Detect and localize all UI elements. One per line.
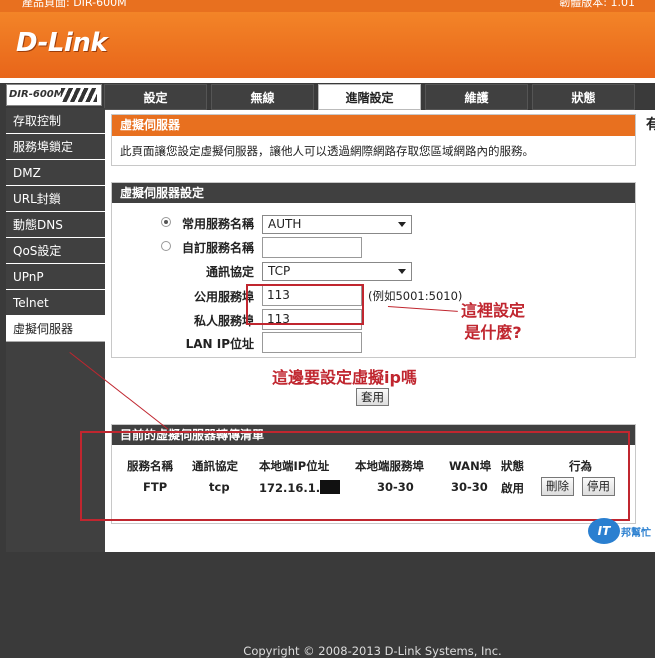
top-nav: 設定 無線 進階設定 維護 狀態: [104, 84, 635, 110]
help-title: 有: [646, 117, 655, 133]
protocol-select[interactable]: TCP: [262, 262, 412, 281]
intro-description: 此頁面讓您設定虛擬伺服器，讓他人可以透過網際網路存取您區域網路內的服務。: [120, 144, 534, 158]
custom-service-radio[interactable]: [161, 241, 171, 251]
tab-wireless[interactable]: 無線: [211, 84, 314, 110]
header-info-bar: 產品頁面: DIR-600M 韌體版本: 1.01: [0, 0, 655, 12]
watermark-logo: IT: [588, 518, 620, 544]
sidebar-item-telnet[interactable]: Telnet: [6, 290, 105, 316]
product-page-label: 產品頁面: DIR-600M: [22, 0, 127, 9]
copyright-text: Copyright © 2008-2013 D-Link Systems, In…: [243, 644, 502, 658]
common-service-select[interactable]: AUTH: [262, 215, 412, 234]
sidebar: 存取控制 服務埠鎖定 DMZ URL封鎖 動態DNS QoS設定 UPnP Te…: [6, 108, 105, 348]
sidebar-item-port-lock[interactable]: 服務埠鎖定: [6, 134, 105, 160]
sidebar-item-upnp[interactable]: UPnP: [6, 264, 105, 290]
annotation-list-highlight: [80, 431, 630, 521]
tab-maintenance[interactable]: 維護: [425, 84, 528, 110]
dlink-logo: D-Link: [16, 28, 108, 58]
apply-button[interactable]: 套用: [356, 388, 389, 406]
chevron-down-icon: [398, 222, 406, 227]
model-badge: DIR-600M: [6, 84, 102, 106]
intro-title: 虛擬伺服器: [112, 115, 635, 136]
tab-setup[interactable]: 設定: [104, 84, 207, 110]
header-divider: [0, 78, 655, 83]
private-port-label: 私人服務埠: [193, 314, 254, 328]
sidebar-item-access-control[interactable]: 存取控制: [6, 108, 105, 134]
annotation-question-text: 這裡設定 是什麼?: [461, 301, 526, 342]
sidebar-item-url-block[interactable]: URL封鎖: [6, 186, 105, 212]
sidebar-item-qos[interactable]: QoS設定: [6, 238, 105, 264]
model-label: DIR-600M: [9, 89, 64, 100]
common-service-label: 常用服務名稱: [181, 217, 254, 231]
sidebar-item-ddns[interactable]: 動態DNS: [6, 212, 105, 238]
lan-ip-label: LAN IP位址: [185, 337, 254, 351]
lan-ip-input[interactable]: [262, 332, 362, 353]
firmware-version-label: 韌體版本: 1.01: [559, 0, 635, 9]
settings-title: 虛擬伺服器設定: [112, 183, 635, 203]
protocol-label: 通訊協定: [205, 265, 254, 279]
tab-advanced[interactable]: 進階設定: [318, 84, 421, 110]
model-stripes-decoration: [61, 88, 97, 102]
watermark-text: 邦幫忙: [621, 528, 651, 539]
public-port-hint: (例如5001:5010): [368, 289, 463, 303]
sidebar-item-dmz[interactable]: DMZ: [6, 160, 105, 186]
intro-panel: 虛擬伺服器 此頁面讓您設定虛擬伺服器，讓他人可以透過網際網路存取您區域網路內的服…: [111, 114, 636, 166]
annotation-virtual-ip-text: 這邊要設定虛擬ip嗎: [272, 368, 417, 387]
help-panel: 有: [640, 110, 655, 552]
public-port-label: 公用服務埠: [193, 290, 254, 304]
common-service-value: AUTH: [268, 217, 302, 231]
header-bar: 產品頁面: DIR-600M 韌體版本: 1.01 D-Link: [0, 0, 655, 78]
settings-panel: 虛擬伺服器設定 常用服務名稱 AUTH 自訂服務名稱 通訊協定 TCP 公用服務…: [111, 182, 636, 358]
sidebar-item-virtual-server[interactable]: 虛擬伺服器: [6, 316, 105, 342]
custom-service-label: 自訂服務名稱: [181, 241, 254, 255]
tab-status[interactable]: 狀態: [532, 84, 635, 110]
common-service-radio[interactable]: [161, 217, 171, 227]
ithome-watermark: IT 邦幫忙: [585, 516, 651, 546]
custom-service-input[interactable]: [262, 237, 362, 258]
chevron-down-icon: [398, 269, 406, 274]
annotation-port-highlight: [246, 284, 364, 325]
protocol-value: TCP: [268, 264, 291, 278]
